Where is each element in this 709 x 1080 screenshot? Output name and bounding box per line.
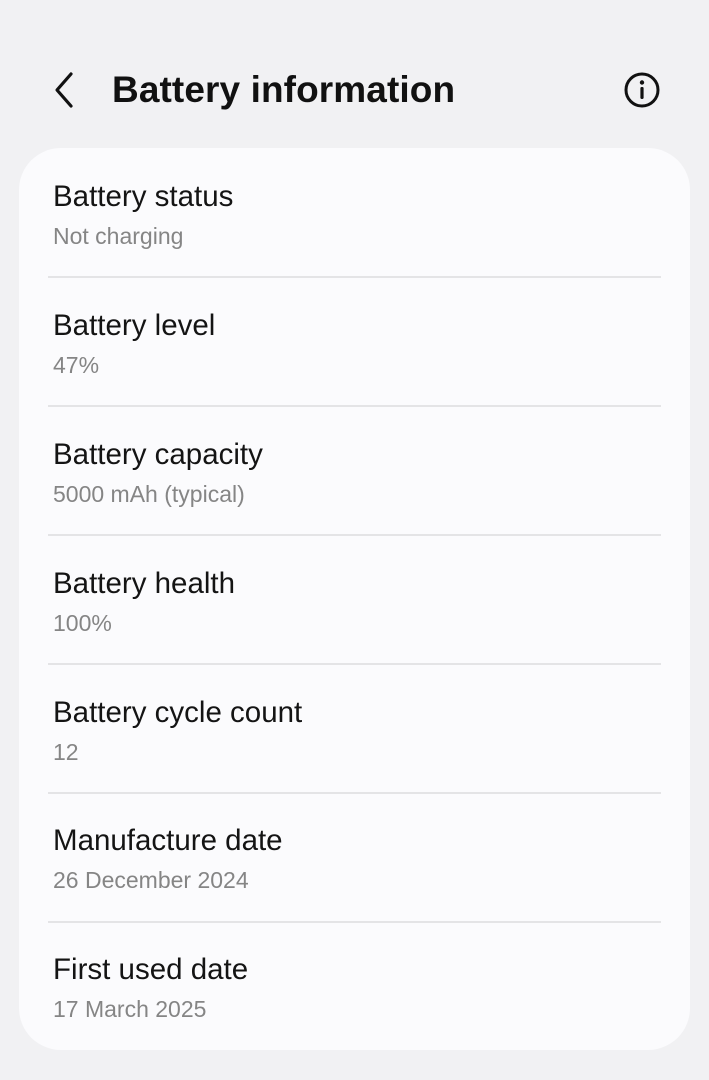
info-button[interactable] [614, 62, 670, 118]
item-value: Not charging [53, 223, 184, 249]
info-circle-icon [624, 72, 660, 108]
item-title: Manufacture date [53, 824, 283, 857]
list-item-battery-level[interactable]: Battery level 47% [19, 277, 690, 405]
item-value: 5000 mAh (typical) [53, 481, 245, 507]
item-title: Battery status [53, 180, 234, 213]
list-item-battery-status[interactable]: Battery status Not charging [19, 148, 690, 276]
battery-info-card: Battery status Not charging Battery leve… [19, 148, 690, 1050]
item-value: 47% [53, 352, 100, 378]
list-item-battery-cycle-count[interactable]: Battery cycle count 12 [19, 664, 690, 792]
item-value: 17 March 2025 [53, 996, 207, 1022]
list-item-battery-capacity[interactable]: Battery capacity 5000 mAh (typical) [19, 406, 690, 534]
item-value: 100% [53, 610, 112, 636]
list-item-first-used-date[interactable]: First used date 17 March 2025 [19, 921, 690, 1049]
item-value: 12 [53, 739, 79, 765]
item-title: Battery capacity [53, 438, 263, 471]
chevron-left-icon [55, 72, 73, 108]
item-value: 26 December 2024 [53, 867, 249, 893]
list-item-battery-health[interactable]: Battery health 100% [19, 535, 690, 663]
page-title: Battery information [112, 69, 456, 110]
list-item-manufacture-date[interactable]: Manufacture date 26 December 2024 [19, 792, 690, 920]
item-title: Battery level [53, 309, 216, 342]
item-title: Battery health [53, 567, 236, 600]
header-bar: Battery information [0, 0, 709, 150]
back-button[interactable] [38, 62, 90, 118]
item-title: First used date [53, 953, 249, 986]
item-title: Battery cycle count [53, 696, 303, 729]
